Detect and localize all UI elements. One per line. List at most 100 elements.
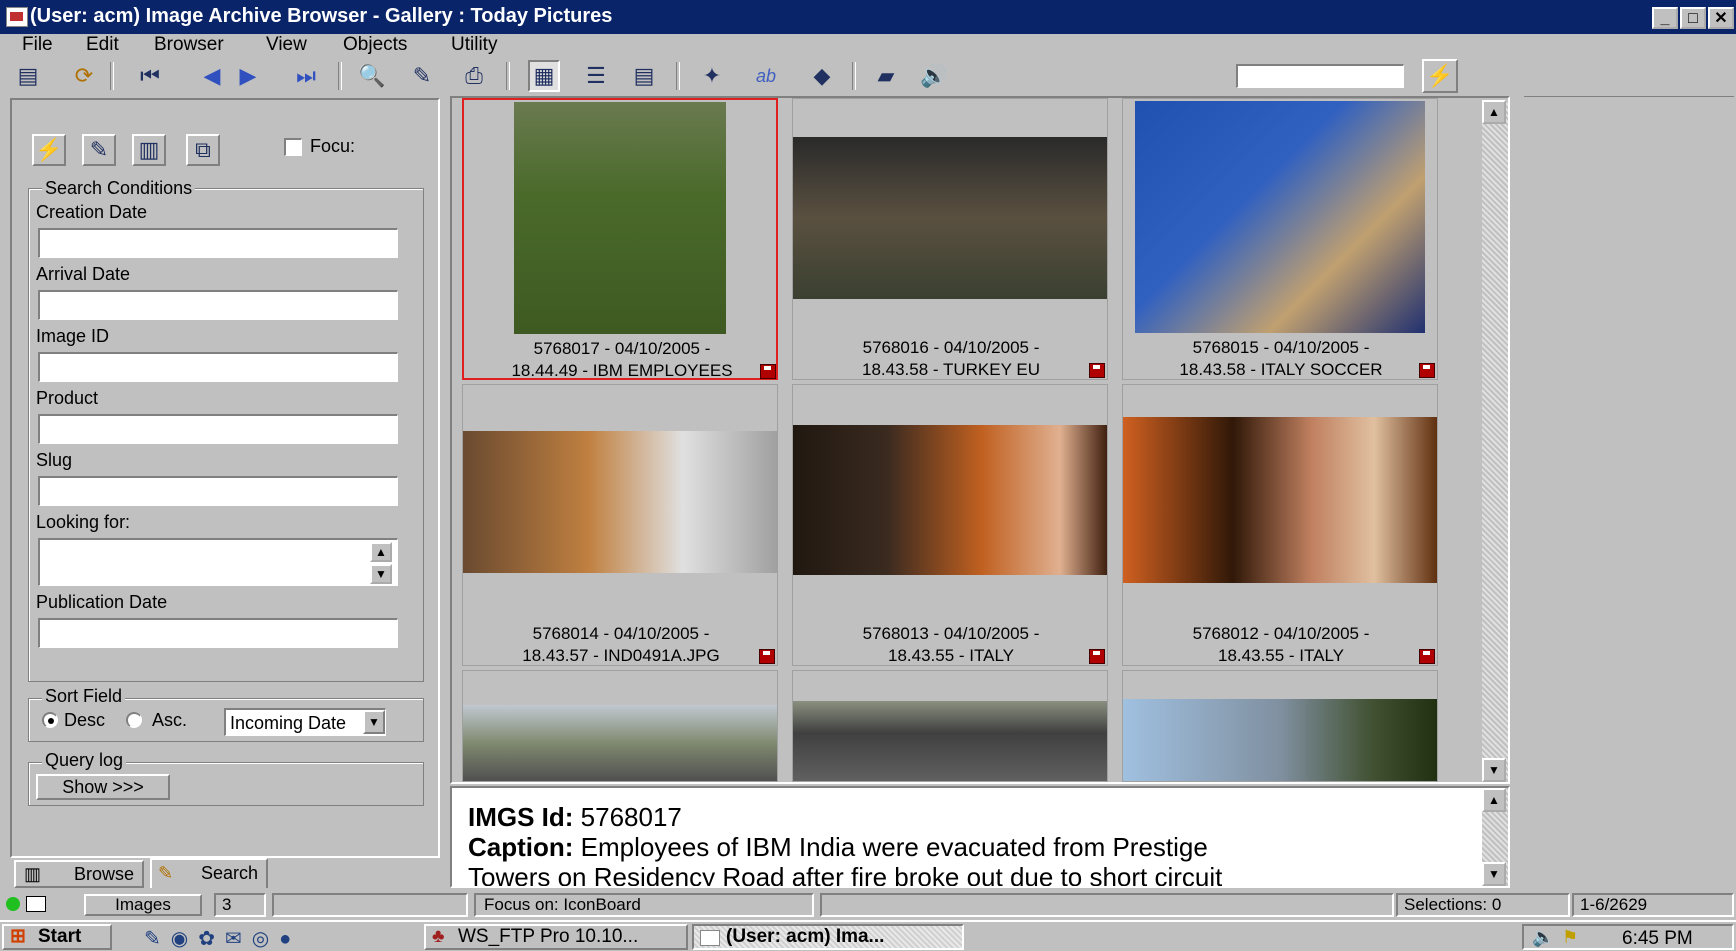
details-scroll-down[interactable]: ▼ <box>1482 862 1506 886</box>
eraser-icon[interactable]: ◆ <box>806 60 838 92</box>
save-disk-icon <box>1089 363 1105 378</box>
publication-date-label: Publication Date <box>36 592 168 612</box>
imgs-id-label: IMGS Id: <box>468 802 574 832</box>
menu-file[interactable]: File <box>22 34 53 56</box>
book-icon[interactable]: ▥ <box>132 134 166 166</box>
range-status: 1-6/2629 <box>1572 893 1734 917</box>
gallery-thumbnail[interactable] <box>792 670 1108 782</box>
menu-objects[interactable]: Objects <box>343 34 407 56</box>
menu-edit[interactable]: Edit <box>86 34 119 56</box>
gallery-scrollbar[interactable]: ▲ ▼ <box>1482 100 1508 782</box>
publication-date-input[interactable] <box>38 618 398 648</box>
left-panel: ⚡ ✎ ▥ ⧉ Focu: Search Conditions Creation… <box>10 98 440 858</box>
tab-search[interactable]: ✎ Search <box>150 858 268 888</box>
task-image-archive[interactable]: (User: acm) Ima... <box>692 924 964 950</box>
focus-status: Focus on: IconBoard <box>474 893 814 917</box>
gallery-thumbnail[interactable]: 5768016 - 04/10/2005 - 18.43.58 - TURKEY… <box>792 98 1108 380</box>
gallery-scroll-up[interactable]: ▲ <box>1482 100 1506 124</box>
creation-date-label: Creation Date <box>36 202 148 222</box>
tab-browse[interactable]: ▥ Browse <box>14 860 144 888</box>
start-button[interactable]: ⊞ Start <box>2 924 112 950</box>
menu-browser[interactable]: Browser <box>154 34 224 56</box>
clock: 6:45 PM <box>1622 928 1693 949</box>
task-wsftp[interactable]: ♣ WS_FTP Pro 10.10... <box>424 924 688 950</box>
image-tool-icon[interactable]: ✦ <box>696 60 728 92</box>
copy-icon[interactable]: ⧉ <box>186 134 220 166</box>
search-go-icon[interactable]: ⚡ <box>1422 59 1458 93</box>
book-icon: ▥ <box>24 864 42 884</box>
rename-icon[interactable]: ab <box>750 60 782 92</box>
icon-view-icon[interactable]: ▦ <box>528 60 560 92</box>
sort-field-value: Incoming Date <box>230 713 347 733</box>
folder-icon[interactable]: ▰ <box>870 60 902 92</box>
thumbnail-image <box>514 102 726 334</box>
menu-utility[interactable]: Utility <box>451 34 497 56</box>
previous-icon[interactable]: ◀ <box>196 60 228 92</box>
product-input[interactable] <box>38 414 398 444</box>
sort-field-select[interactable]: Incoming Date ▼ <box>224 708 386 736</box>
thumbnail-caption-line2: 18.43.58 - TURKEY EU <box>862 360 1040 379</box>
document-icon[interactable]: ▤ <box>12 60 44 92</box>
preview-icon[interactable]: 🔍 <box>356 60 388 92</box>
thumbnail-image <box>793 701 1107 781</box>
looking-for-scroll-down[interactable]: ▼ <box>370 564 392 584</box>
images-count: 3 <box>214 893 266 917</box>
caption-text-2: Towers on Residency Road after fire brok… <box>468 862 1223 886</box>
network-icon[interactable]: ⚑ <box>1562 927 1578 948</box>
menu-view[interactable]: View <box>266 34 307 56</box>
sort-desc-label: Desc <box>64 710 106 730</box>
mail-icon <box>26 896 46 912</box>
speaker-icon[interactable]: 🔊 <box>918 60 950 92</box>
image-id-line: IMGS Id: 5768017 <box>468 802 682 833</box>
list-view-icon[interactable]: ☰ <box>580 60 612 92</box>
gallery-thumbnail[interactable]: 5768014 - 04/10/2005 - 18.43.57 - IND049… <box>462 384 778 666</box>
caption-text-1: Employees of IBM India were evacuated fr… <box>580 832 1208 862</box>
volume-icon[interactable]: 🔈 <box>1532 927 1554 948</box>
save-disk-icon <box>1419 363 1435 378</box>
details-scrollbar[interactable]: ▲ ▼ <box>1482 788 1508 886</box>
images-button[interactable]: Images <box>84 894 202 916</box>
creation-date-input[interactable] <box>38 228 398 258</box>
first-record-icon[interactable]: ⏮ <box>134 60 166 92</box>
refresh-icon[interactable]: ⟳ <box>68 60 100 92</box>
show-query-log-button[interactable]: Show >>> <box>36 774 170 800</box>
toolbar-search-input[interactable] <box>1236 64 1404 88</box>
gallery-scroll-down[interactable]: ▼ <box>1482 758 1506 782</box>
app-icon <box>6 7 28 27</box>
focus-label: Focu: <box>310 136 356 156</box>
gallery-thumbnail[interactable]: 5768017 - 04/10/2005 - 18.44.49 - IBM EM… <box>462 98 778 380</box>
looking-for-label: Looking for: <box>36 512 131 532</box>
image-id-input[interactable] <box>38 352 398 382</box>
edit-icon[interactable]: ✎ <box>406 60 438 92</box>
start-label: Start <box>38 926 82 947</box>
close-button[interactable]: ✕ <box>1708 7 1734 29</box>
focus-checkbox[interactable] <box>284 138 302 156</box>
gallery-thumbnail[interactable]: 5768013 - 04/10/2005 - 18.43.55 - ITALY <box>792 384 1108 666</box>
arrival-date-input[interactable] <box>38 290 398 320</box>
maximize-button[interactable]: □ <box>1680 7 1706 29</box>
looking-for-scroll-up[interactable]: ▲ <box>370 542 392 562</box>
detail-view-icon[interactable]: ▤ <box>628 60 660 92</box>
gallery-thumbnail[interactable]: 5768015 - 04/10/2005 - 18.43.58 - ITALY … <box>1122 98 1438 380</box>
gallery-thumbnail[interactable] <box>462 670 778 782</box>
slug-input[interactable] <box>38 476 398 506</box>
caption-line: Caption: Employees of IBM India were eva… <box>468 832 1208 863</box>
slug-label: Slug <box>36 450 73 470</box>
chevron-down-icon[interactable]: ▼ <box>363 710 385 734</box>
edit-query-icon[interactable]: ✎ <box>82 134 116 166</box>
minimize-button[interactable]: _ <box>1652 7 1678 29</box>
print-icon[interactable]: ⎙ <box>458 60 490 92</box>
query-log-title: Query log <box>42 750 127 771</box>
tab-search-label: Search <box>200 863 258 883</box>
looking-for-input[interactable] <box>38 538 398 586</box>
sort-asc-radio[interactable] <box>126 712 142 728</box>
details-scroll-up[interactable]: ▲ <box>1482 788 1506 812</box>
gallery-thumbnail[interactable]: 5768012 - 04/10/2005 - 18.43.55 - ITALY <box>1122 384 1438 666</box>
quick-launch-icons[interactable]: ✎◉✿✉◎● <box>144 926 301 951</box>
arrival-date-label: Arrival Date <box>36 264 131 284</box>
run-query-icon[interactable]: ⚡ <box>32 134 66 166</box>
gallery-thumbnail[interactable] <box>1122 670 1438 782</box>
sort-desc-radio[interactable] <box>42 712 58 728</box>
next-icon[interactable]: ▶ <box>232 60 264 92</box>
last-record-icon[interactable]: ⏭ <box>290 60 322 92</box>
